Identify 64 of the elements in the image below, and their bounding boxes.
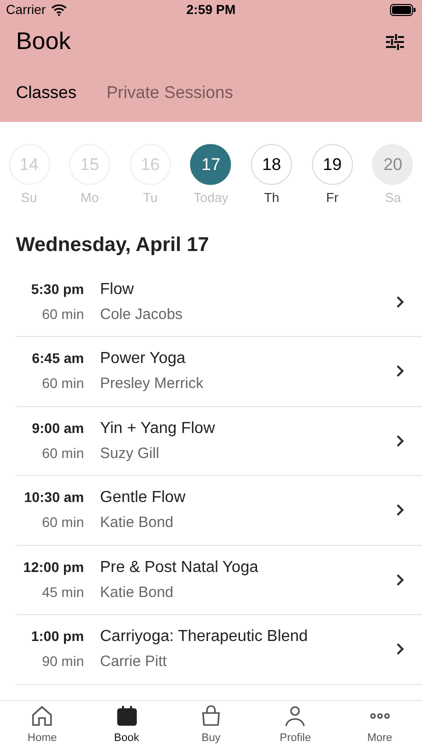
class-time: 9:00 am xyxy=(32,418,84,438)
class-duration: 45 min xyxy=(42,582,84,602)
battery-icon xyxy=(390,4,416,16)
chevron-right-icon xyxy=(396,574,404,586)
class-time: 12:00 pm xyxy=(23,558,84,577)
tab-bar-item[interactable]: Home xyxy=(7,704,78,747)
segment-tab[interactable]: Classes xyxy=(16,80,76,106)
chevron-right-icon xyxy=(396,643,404,656)
class-duration: 60 min xyxy=(42,513,84,532)
tab-bar-item[interactable]: Profile xyxy=(260,704,330,747)
class-time: 5:30 pm xyxy=(31,280,84,299)
weekday-label: Today xyxy=(194,189,228,207)
class-name: Power Yoga xyxy=(100,349,186,369)
tab-bar-item[interactable]: Book xyxy=(92,704,162,747)
class-duration: 90 min xyxy=(42,652,84,672)
date-button[interactable]: 19 xyxy=(312,144,353,185)
person-icon xyxy=(283,704,308,728)
teacher-name: Carrie Pitt xyxy=(100,652,167,672)
class-row[interactable]: 6:45 am 60 min Power Yoga Presley Merrick xyxy=(16,337,422,406)
calendar-icon xyxy=(114,704,139,728)
class-duration: 60 min xyxy=(42,304,84,324)
weekday-label: Su xyxy=(21,189,37,207)
class-row[interactable]: 1:00 pm 90 min Carriyoga: Therapeutic Blend Carrie Pitt xyxy=(16,615,422,684)
tab-bar-item[interactable]: Buy xyxy=(176,704,246,747)
class-name: Carriyoga: Therapeutic Blend xyxy=(100,627,308,647)
class-name: Pre & Post Natal Yoga xyxy=(100,558,258,578)
teacher-name: Cole Jacobs xyxy=(100,304,183,324)
day-heading: Wednesday, April 17 xyxy=(15,232,210,258)
weekday-label: Fr xyxy=(326,189,338,207)
clock-label: 2:59 PM xyxy=(186,1,236,20)
page-title: Book xyxy=(16,27,71,57)
date-button[interactable]: 17 xyxy=(190,144,232,185)
class-row[interactable]: 5:30 pm 60 min Flow Cole Jacobs xyxy=(16,268,422,337)
weekday-label: Tu xyxy=(142,189,158,207)
weekday-label: Th xyxy=(264,189,280,207)
filter-button[interactable] xyxy=(384,32,406,52)
home-icon xyxy=(30,704,54,728)
class-time: 1:00 pm xyxy=(31,627,84,646)
date-button[interactable]: 18 xyxy=(251,144,292,185)
class-name: Gentle Flow xyxy=(100,488,186,508)
carrier-label: Carrier xyxy=(6,1,46,20)
class-row[interactable]: 9:00 am 60 min Yin + Yang Flow Suzy Gill xyxy=(16,406,422,476)
weekday-label: Sa xyxy=(384,189,401,207)
weekday-label: Mo xyxy=(80,189,99,207)
class-time: 10:30 am xyxy=(24,488,84,508)
class-time: 6:45 am xyxy=(32,349,84,368)
teacher-name: Katie Bond xyxy=(100,513,174,533)
class-name: Flow xyxy=(100,280,134,300)
teacher-name: Suzy Gill xyxy=(100,444,160,464)
chevron-right-icon xyxy=(396,365,404,378)
wifi-icon xyxy=(50,4,67,16)
class-duration: 60 min xyxy=(42,374,84,394)
sliders-icon xyxy=(386,34,404,50)
chevron-right-icon xyxy=(396,296,404,308)
class-name: Yin + Yang Flow xyxy=(100,418,215,438)
teacher-name: Katie Bond xyxy=(100,582,174,602)
chevron-right-icon xyxy=(396,434,404,447)
tab-bar-item[interactable]: More xyxy=(344,704,415,747)
more-icon xyxy=(368,713,391,720)
teacher-name: Presley Merrick xyxy=(100,374,204,394)
class-row[interactable]: 12:00 pm 45 min Pre & Post Natal Yoga Katie Bond xyxy=(16,546,422,615)
class-row[interactable]: 10:30 am 60 min Gentle Flow Katie Bond xyxy=(16,476,422,546)
class-duration: 60 min xyxy=(42,444,84,463)
chevron-right-icon xyxy=(396,504,404,516)
